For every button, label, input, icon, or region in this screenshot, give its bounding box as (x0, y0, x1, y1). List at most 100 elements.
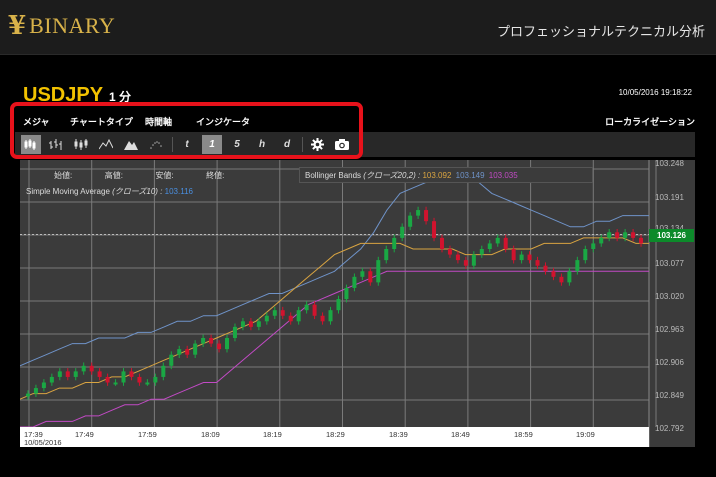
candle-body (304, 304, 309, 311)
price-tick: 102.792 (655, 424, 684, 433)
app-header: ¥ BINARY プロフェッショナルテクニカル分析 (0, 0, 716, 55)
candle-body (455, 254, 460, 261)
candle-body (392, 237, 397, 249)
candle-body (97, 371, 102, 377)
price-tick: 103.077 (655, 259, 684, 268)
time-tick: 18:49 (451, 430, 470, 439)
binary-logo[interactable]: ¥ BINARY (8, 13, 115, 39)
candle-body (344, 287, 349, 300)
candle-body (264, 315, 269, 322)
candle-body (312, 304, 317, 316)
candle-body (225, 338, 230, 350)
candle-body (113, 382, 118, 385)
brand-name: BINARY (29, 13, 116, 38)
candle-body (169, 354, 174, 366)
candle-body (137, 376, 142, 383)
price-tick: 103.191 (655, 193, 684, 202)
candle-body (519, 254, 524, 261)
time-tick: 17:59 (138, 430, 157, 439)
candle-body (447, 249, 452, 255)
bollinger-bottom-value: 103.035 (488, 171, 518, 180)
candle-body (599, 237, 604, 244)
price-tick: 102.906 (655, 358, 684, 367)
candle-body (352, 276, 357, 288)
bollinger-bottom-line (20, 270, 649, 428)
price-chart[interactable] (20, 160, 695, 447)
candle-body (575, 260, 580, 272)
candle-body (559, 276, 564, 283)
candle-body (161, 365, 166, 377)
candle-body (567, 271, 572, 283)
candle-body (368, 271, 373, 283)
candle-body (288, 315, 293, 322)
candle-body (336, 299, 341, 311)
price-tick: 103.020 (655, 292, 684, 301)
ohlc-legend: 始値: 高値: 安値: 終値: (54, 170, 224, 181)
candle-body (471, 254, 476, 266)
sma-label: Simple Moving Average (26, 187, 110, 196)
candle-body (631, 232, 636, 238)
candle-body (551, 271, 556, 277)
candle-body (479, 249, 484, 255)
candle-body (432, 221, 437, 238)
bollinger-top-value: 103.149 (455, 171, 485, 180)
candle-body (535, 260, 540, 266)
candle-body (511, 249, 516, 261)
price-tick: 103.248 (655, 159, 684, 168)
candle-body (360, 271, 365, 277)
candle-body (25, 393, 30, 397)
candle-body (591, 243, 596, 249)
candle-body (129, 371, 134, 377)
candle-body (240, 321, 245, 327)
highlight-box (10, 102, 363, 159)
candle-body (463, 260, 468, 266)
candle-body (527, 254, 532, 261)
candle-body (272, 310, 277, 316)
candle-body (201, 338, 206, 344)
header-tagline: プロフェッショナルテクニカル分析 (496, 24, 705, 39)
candle-body (583, 249, 588, 261)
candle-body (73, 371, 78, 377)
candle-body (209, 338, 214, 344)
price-tick: 102.849 (655, 391, 684, 400)
candle-body (41, 382, 46, 389)
candle-body (105, 376, 110, 383)
candle-body (121, 371, 126, 383)
candle-body (185, 349, 190, 355)
candle-body (400, 226, 405, 238)
candle-body (543, 265, 548, 272)
time-tick: 18:09 (201, 430, 220, 439)
candle-body (153, 376, 158, 383)
candle-body (248, 321, 253, 327)
time-tick: 18:29 (326, 430, 345, 439)
candle-body (49, 376, 54, 383)
time-tick: 18:59 (514, 430, 533, 439)
current-price-badge: 103.126 (649, 229, 694, 242)
candle-body (81, 365, 86, 372)
open-label: 始値: (54, 171, 73, 180)
candle-body (65, 371, 70, 377)
current-datetime: 10/05/2016 19:18:22 (618, 88, 692, 97)
candle-body (487, 243, 492, 249)
sma-params: (クローズ10) : (112, 187, 163, 196)
bollinger-mid-line (20, 237, 649, 400)
candle-body (145, 382, 150, 385)
price-tick: 102.963 (655, 325, 684, 334)
candle-body (503, 237, 508, 249)
candle-body (639, 237, 644, 244)
sma-legend: Simple Moving Average (クローズ10) : 103.116 (26, 186, 193, 197)
candle-body (280, 310, 285, 316)
time-axis: 17:39 17:49 17:59 18:09 18:19 18:29 18:3… (20, 427, 649, 447)
bollinger-mid-value: 103.092 (422, 171, 452, 180)
menu-localization[interactable]: ローカライゼーション (605, 115, 695, 128)
close-label: 終値: (206, 171, 225, 180)
candle-body (615, 232, 620, 238)
sma-value: 103.116 (164, 187, 193, 196)
chart-canvas[interactable] (20, 160, 695, 447)
candle-body (193, 343, 198, 355)
time-axis-date: 10/05/2016 (24, 438, 62, 447)
candle-body (607, 232, 612, 238)
candle-body (232, 326, 237, 338)
high-label: 高値: (104, 171, 123, 180)
bollinger-params: (クローズ20,2) : (363, 171, 421, 180)
